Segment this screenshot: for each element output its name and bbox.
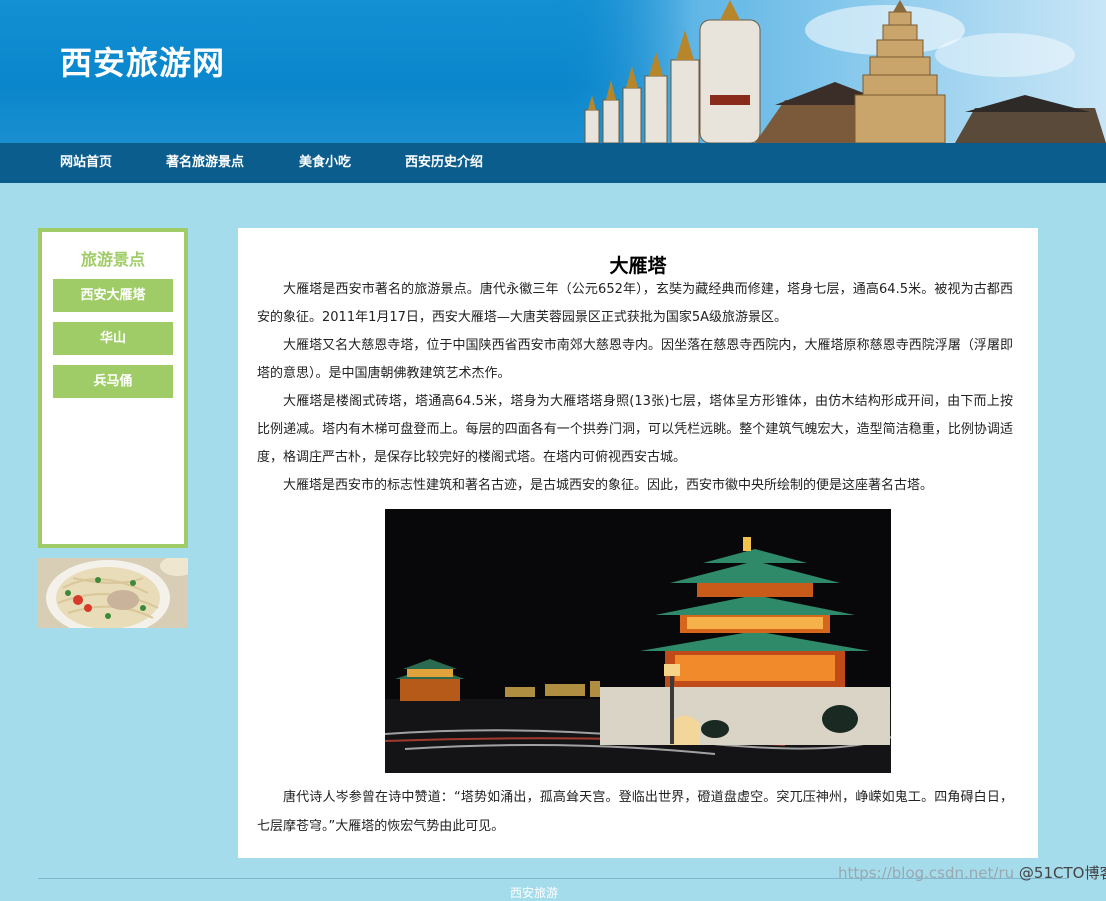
nav-item-home[interactable]: 网站首页 [60, 143, 112, 183]
header-banner: 西安旅游网 [0, 0, 1106, 143]
article-paragraph: 大雁塔是西安市著名的旅游景点。唐代永徽三年（公元652年），玄奘为藏经典而修建，… [257, 276, 1013, 332]
sidebar-panel: 旅游景点 西安大雁塔 华山 兵马俑 [38, 228, 188, 548]
article-title: 大雁塔 [238, 251, 1038, 278]
article-paragraph: 大雁塔是西安市的标志性建筑和著名古迹，是古城西安的象征。因此，西安市徽中央所绘制… [257, 472, 1013, 500]
nav-item-food[interactable]: 美食小吃 [299, 143, 351, 183]
sidebar-link-dayanta[interactable]: 西安大雁塔 [53, 279, 173, 312]
food-image[interactable] [38, 558, 188, 628]
article-closing: 唐代诗人岑参曾在诗中赞道：“塔势如涌出，孤高耸天宫。登临出世界，磴道盘虚空。突兀… [257, 783, 1013, 841]
article-panel: 大雁塔 大雁塔是西安市著名的旅游景点。唐代永徽三年（公元652年），玄奘为藏经典… [238, 228, 1038, 858]
watermark-brand: @51CTO博客 [1019, 864, 1106, 882]
article-paragraph: 大雁塔又名大慈恩寺塔，位于中国陕西省西安市南郊大慈恩寺内。因坐落在慈恩寺西院内，… [257, 332, 1013, 388]
watermark-url: https://blog.csdn.net/ru [838, 864, 1014, 882]
banner-pagoda-image [555, 0, 1106, 143]
article-paragraph: 唐代诗人岑参曾在诗中赞道：“塔势如涌出，孤高耸天宫。登临出世界，磴道盘虚空。突兀… [257, 783, 1013, 841]
sidebar-link-terracotta[interactable]: 兵马俑 [53, 365, 173, 398]
nav-item-history[interactable]: 西安历史介绍 [405, 143, 483, 183]
article-body: 大雁塔是西安市著名的旅游景点。唐代永徽三年（公元652年），玄奘为藏经典而修建，… [257, 276, 1013, 500]
nav-item-famous-sights[interactable]: 著名旅游景点 [166, 143, 244, 183]
sidebar-title: 旅游景点 [42, 246, 184, 270]
site-title[interactable]: 西安旅游网 [60, 38, 225, 84]
sidebar-link-huashan[interactable]: 华山 [53, 322, 173, 355]
article-paragraph: 大雁塔是楼阁式砖塔，塔通高64.5米，塔身为大雁塔塔身照(13张)七层，塔体呈方… [257, 388, 1013, 472]
footer-text: 西安旅游 [510, 884, 558, 901]
main-nav: 网站首页 著名旅游景点 美食小吃 西安历史介绍 [0, 143, 1106, 183]
watermark: https://blog.csdn.net/ru @51CTO博客 [838, 862, 1106, 883]
bell-tower-night-image [385, 509, 891, 773]
